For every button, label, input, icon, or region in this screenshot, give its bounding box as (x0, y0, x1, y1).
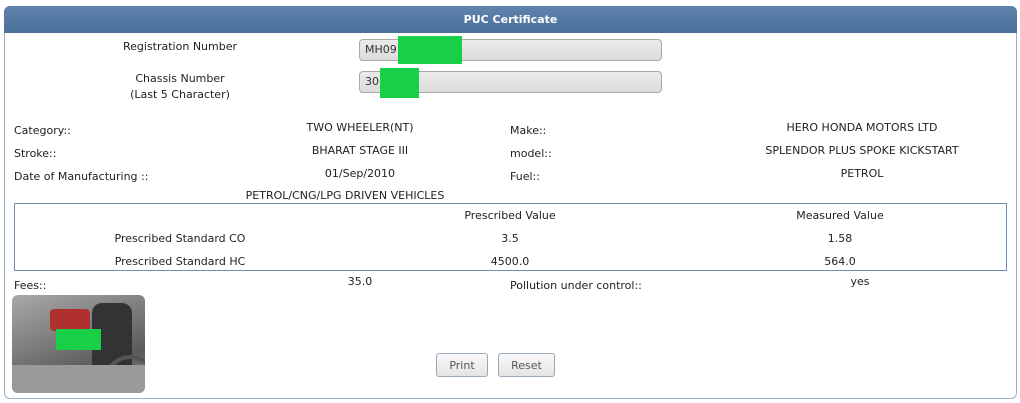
reset-button[interactable]: Reset (498, 353, 555, 377)
dom-value: 01/Sep/2010 (324, 167, 396, 180)
make-label: Make:: (510, 124, 547, 137)
table-row-prescribed: 3.5 (501, 232, 519, 245)
ground (12, 365, 145, 393)
redaction-mask (380, 68, 419, 98)
stroke-value: BHARAT STAGE III (311, 144, 409, 157)
puc-value: yes (850, 275, 870, 288)
dom-label: Date of Manufacturing :: (14, 170, 149, 183)
fees-label: Fees:: (14, 279, 47, 292)
category-label: Category:: (14, 124, 71, 137)
registration-value: MH09 (365, 43, 397, 56)
page-title: PUC Certificate (4, 6, 1017, 33)
fuel-value: PETROL (840, 167, 884, 180)
stroke-label: Stroke:: (14, 147, 57, 160)
measured-header: Measured Value (796, 209, 884, 222)
table-row-measured: 564.0 (824, 255, 856, 268)
puc-label: Pollution under control:: (510, 279, 642, 292)
vehicle-photo (12, 295, 145, 393)
model-label: model:: (510, 147, 552, 160)
make-value: HERO HONDA MOTORS LTD (786, 121, 938, 134)
model-value: SPLENDOR PLUS SPOKE KICKSTART (765, 144, 959, 157)
table-row-prescribed: 4500.0 (490, 255, 530, 268)
table-row-measured: 1.58 (827, 232, 853, 245)
prescribed-header: Prescribed Value (464, 209, 556, 222)
chassis-value: 30 (365, 75, 379, 88)
category-value: TWO WHEELER(NT) (306, 121, 414, 134)
chassis-label: Chassis Number (135, 72, 225, 85)
table-row-label: Prescribed Standard CO (114, 232, 246, 245)
redaction-mask (56, 329, 101, 350)
fees-value: 35.0 (347, 275, 373, 288)
table-row-label: Prescribed Standard HC (114, 255, 246, 268)
vehicle-type: PETROL/CNG/LPG DRIVEN VEHICLES (245, 189, 445, 202)
print-button[interactable]: Print (436, 353, 488, 377)
chassis-sublabel: (Last 5 Character) (130, 88, 230, 101)
registration-label: Registration Number (122, 40, 238, 53)
fuel-label: Fuel:: (510, 170, 540, 183)
redaction-mask (398, 36, 462, 64)
tail-lamp (50, 309, 90, 331)
